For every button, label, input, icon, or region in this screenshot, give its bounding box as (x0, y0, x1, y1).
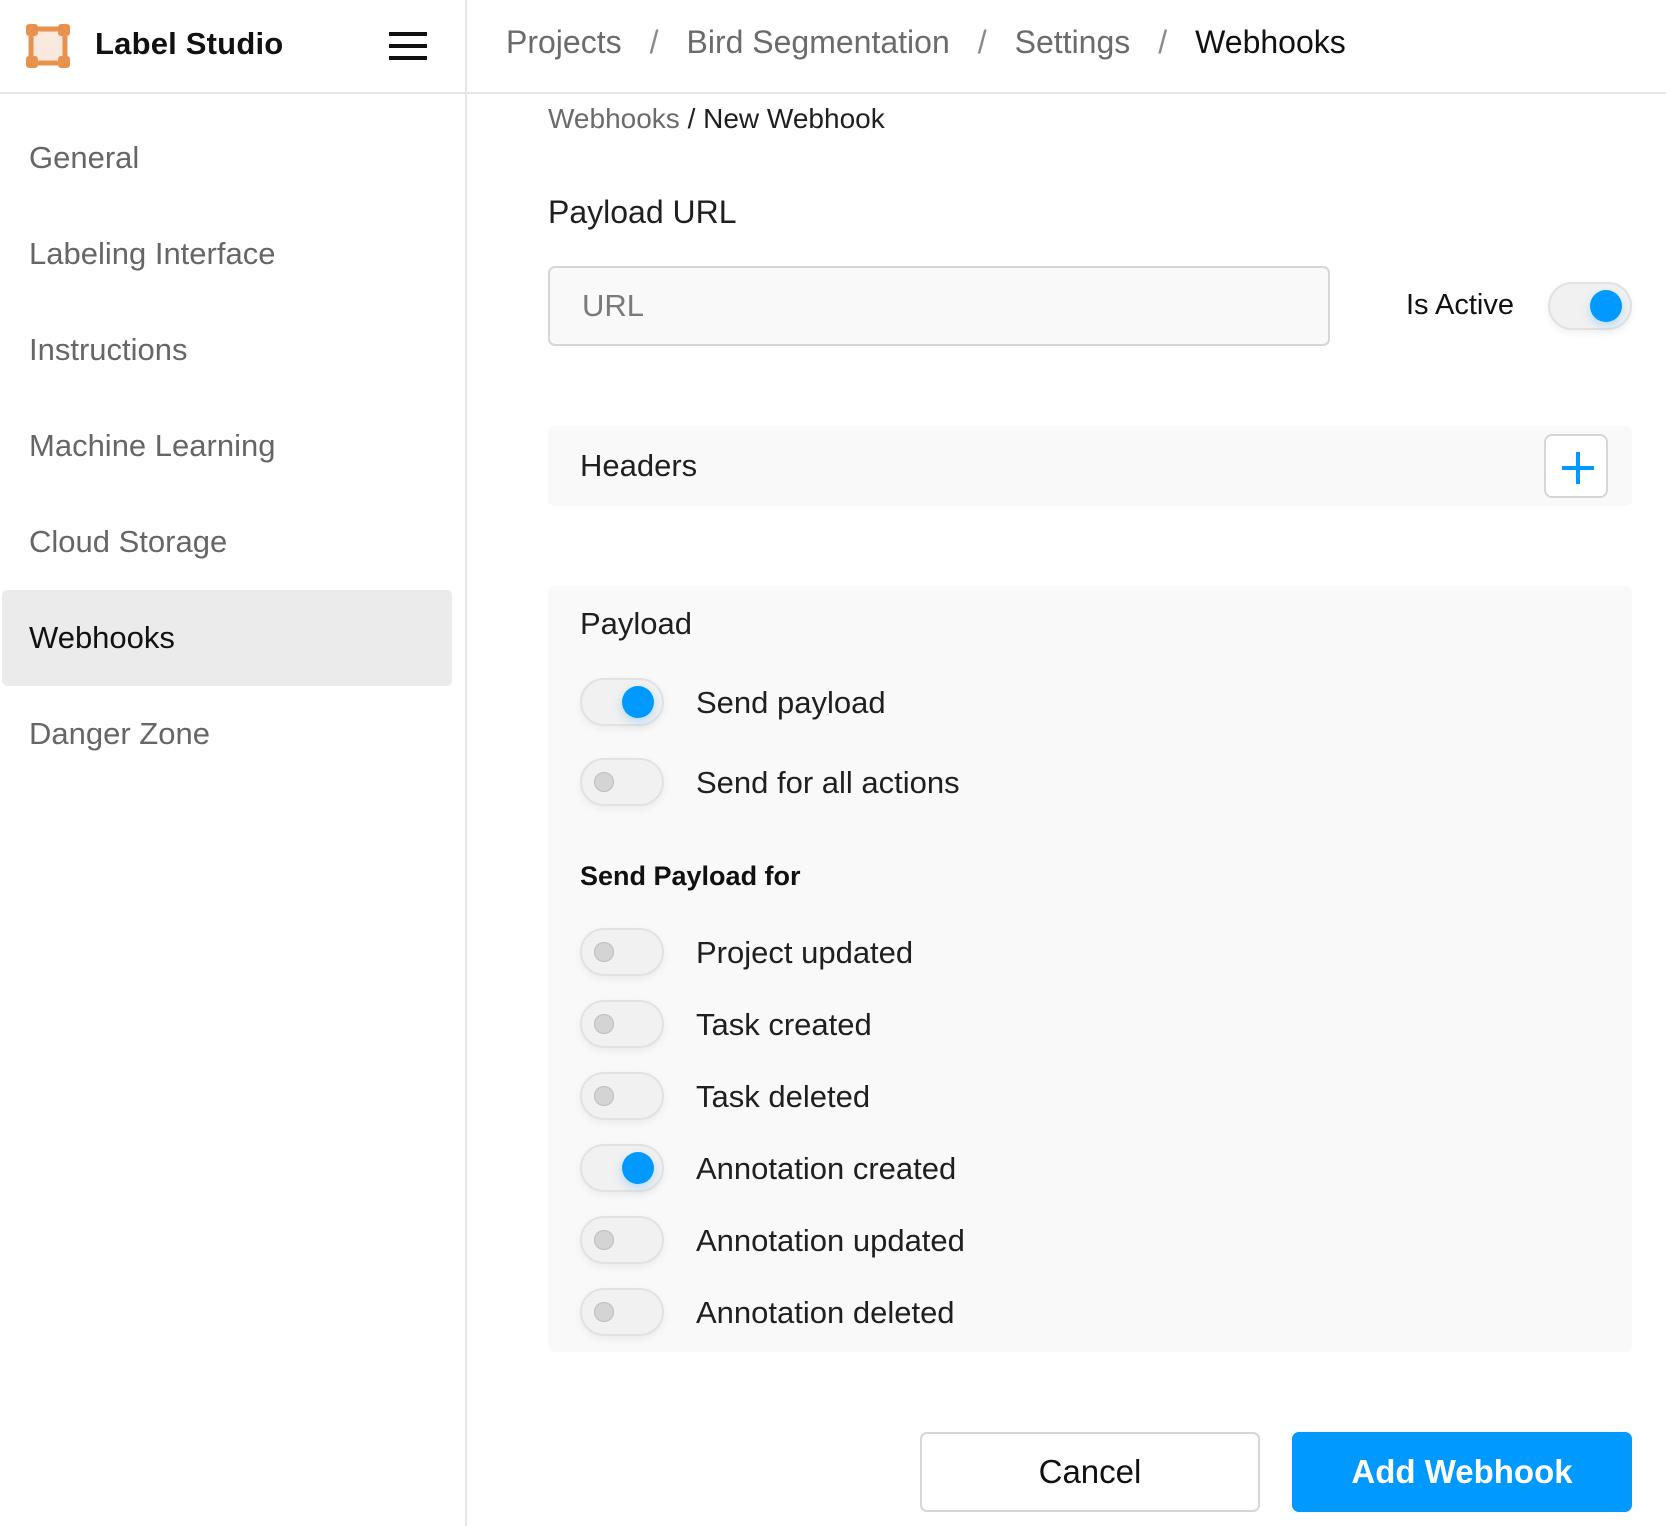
breadcrumb-project[interactable]: Bird Segmentation (686, 24, 949, 61)
sidebar-item-cloud-storage[interactable]: Cloud Storage (2, 494, 452, 590)
sub-breadcrumb-separator: / (679, 103, 704, 134)
task-deleted-label: Task deleted (696, 1079, 871, 1114)
payload-url-input[interactable] (548, 266, 1330, 346)
sidebar-item-webhooks[interactable]: Webhooks (2, 590, 452, 686)
brand-area: Label Studio (0, 0, 467, 92)
event-row-annotation-created: Annotation created (580, 1144, 1480, 1192)
webhooks-link[interactable]: Webhooks (548, 103, 680, 134)
send-payload-for-title: Send Payload for (580, 861, 801, 891)
toggle-knob (594, 1014, 614, 1034)
breadcrumb-settings[interactable]: Settings (1015, 24, 1131, 61)
cancel-button[interactable]: Cancel (920, 1432, 1260, 1512)
project-updated-toggle[interactable] (580, 928, 664, 976)
breadcrumb: Projects / Bird Segmentation / Settings … (506, 24, 1346, 61)
toggle-knob (594, 1230, 614, 1250)
sub-breadcrumb-current: New Webhook (703, 103, 885, 134)
send-payload-row: Send payload (580, 678, 1480, 726)
breadcrumb-separator: / (649, 24, 659, 60)
send-for-all-actions-toggle[interactable] (580, 758, 664, 806)
send-payload-label: Send payload (696, 685, 886, 720)
is-active-label: Is Active (1406, 289, 1514, 321)
is-active-toggle[interactable] (1548, 282, 1632, 330)
top-header: Label Studio Projects / Bird Segmentatio… (0, 0, 1666, 94)
label-studio-logo-icon (26, 24, 70, 68)
toggle-knob (594, 1086, 614, 1106)
event-row-annotation-updated: Annotation updated (580, 1216, 1480, 1264)
task-created-label: Task created (696, 1007, 872, 1042)
menu-bar (389, 56, 427, 60)
annotation-deleted-label: Annotation deleted (696, 1295, 955, 1330)
payload-title: Payload (580, 606, 693, 641)
send-for-all-actions-label: Send for all actions (696, 765, 960, 800)
toggle-knob (1590, 290, 1622, 322)
sidebar-item-labeling-interface[interactable]: Labeling Interface (2, 206, 452, 302)
event-row-task-deleted: Task deleted (580, 1072, 1480, 1120)
event-row-task-created: Task created (580, 1000, 1480, 1048)
breadcrumb-separator: / (1158, 24, 1168, 60)
annotation-created-label: Annotation created (696, 1151, 957, 1186)
payload-url-title: Payload URL (548, 194, 737, 230)
add-header-button[interactable] (1544, 434, 1608, 498)
toggle-knob (594, 772, 614, 792)
annotation-deleted-toggle[interactable] (580, 1288, 664, 1336)
breadcrumb-projects[interactable]: Projects (506, 24, 622, 61)
annotation-created-toggle[interactable] (580, 1144, 664, 1192)
plus-icon (1562, 452, 1594, 484)
toggle-knob (594, 1302, 614, 1322)
breadcrumb-current: Webhooks (1195, 24, 1346, 60)
hamburger-menu-icon[interactable] (389, 30, 427, 62)
task-deleted-toggle[interactable] (580, 1072, 664, 1120)
menu-bar (389, 32, 427, 36)
send-payload-toggle[interactable] (580, 678, 664, 726)
annotation-updated-label: Annotation updated (696, 1223, 965, 1258)
payload-section: Payload Send payload Send for all action… (548, 586, 1632, 1352)
annotation-updated-toggle[interactable] (580, 1216, 664, 1264)
send-for-all-actions-row: Send for all actions (580, 758, 1480, 806)
settings-sidebar: General Labeling Interface Instructions … (0, 94, 467, 1526)
event-row-annotation-deleted: Annotation deleted (580, 1288, 1480, 1336)
task-created-toggle[interactable] (580, 1000, 664, 1048)
sidebar-item-machine-learning[interactable]: Machine Learning (2, 398, 452, 494)
app-name: Label Studio (95, 26, 284, 61)
event-row-project-updated: Project updated (580, 928, 1480, 976)
sidebar-item-general[interactable]: General (2, 110, 452, 206)
menu-bar (389, 44, 427, 48)
sidebar-item-instructions[interactable]: Instructions (2, 302, 452, 398)
add-webhook-button[interactable]: Add Webhook (1292, 1432, 1632, 1512)
breadcrumb-separator: / (977, 24, 987, 60)
webhook-breadcrumb: Webhooks / New Webhook (548, 103, 885, 135)
headers-title: Headers (580, 448, 698, 483)
toggle-knob (622, 686, 654, 718)
toggle-knob (594, 942, 614, 962)
headers-section: Headers (548, 426, 1632, 506)
toggle-knob (622, 1152, 654, 1184)
project-updated-label: Project updated (696, 935, 914, 970)
sidebar-item-danger-zone[interactable]: Danger Zone (2, 686, 452, 782)
